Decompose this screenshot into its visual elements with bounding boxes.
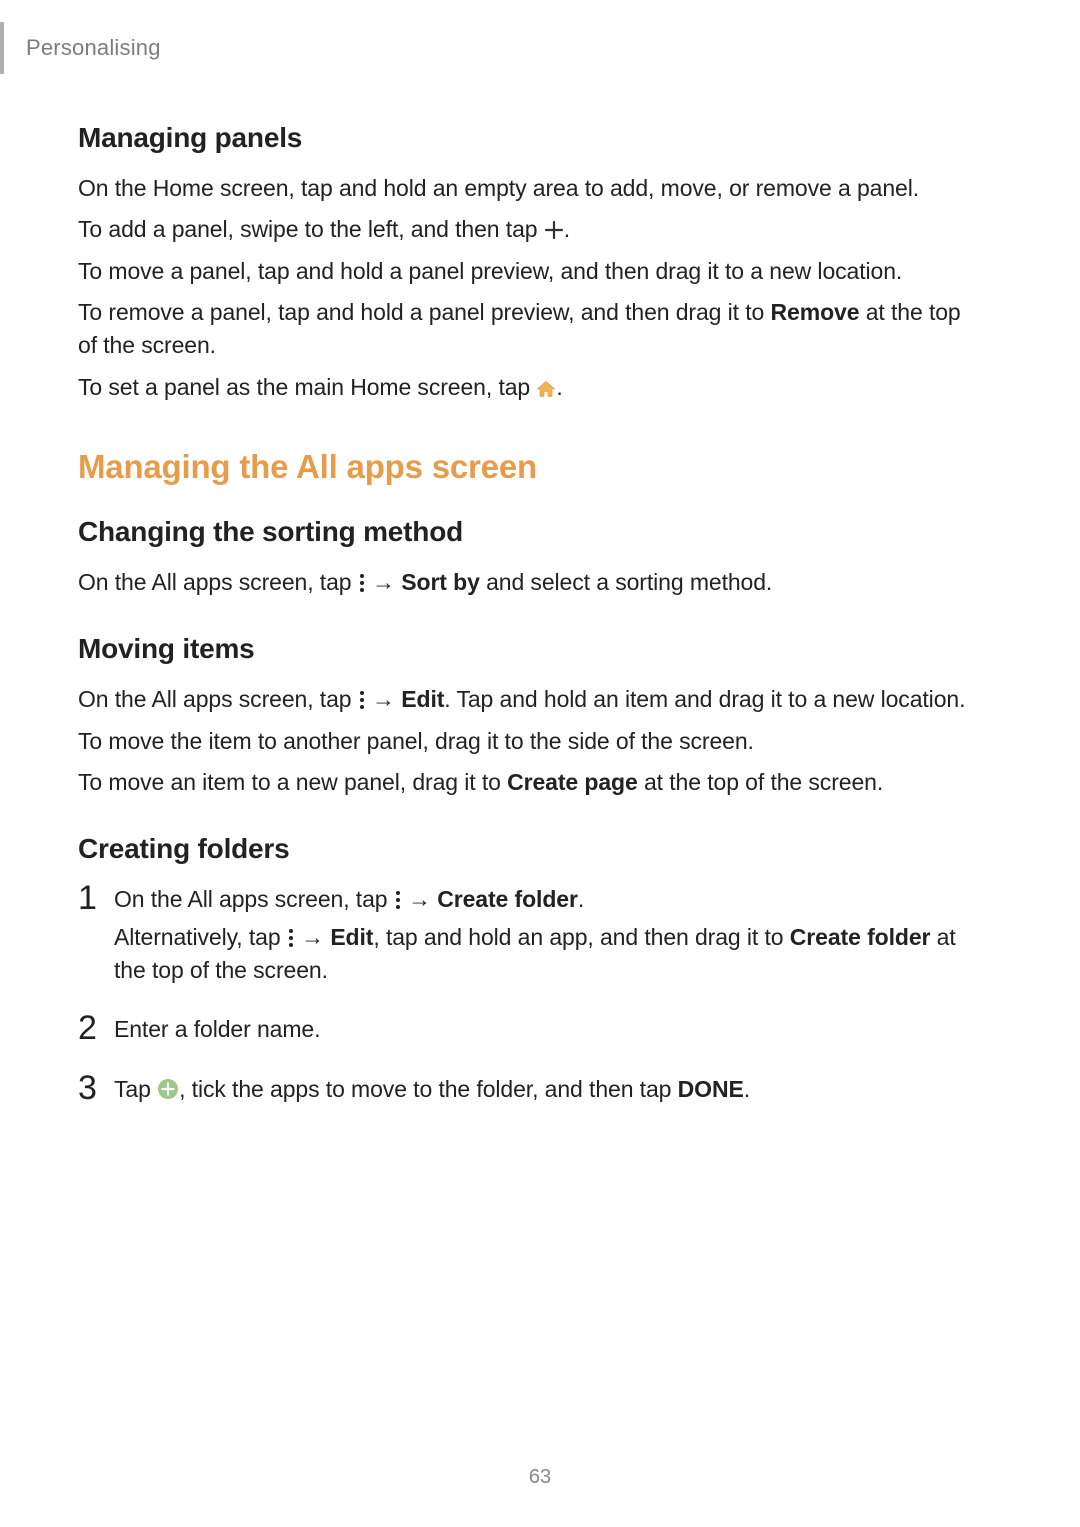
paragraph: On the All apps screen, tap → Sort by an… [78,566,984,599]
breadcrumb: Personalising [26,35,161,61]
text: → [366,569,401,595]
text-bold: Create folder [790,924,931,950]
step-2: 2 Enter a folder name. [78,1013,984,1050]
paragraph: To set a panel as the main Home screen, … [78,371,984,404]
text-bold: Edit [401,686,444,712]
heading-managing-all-apps: Managing the All apps screen [78,448,984,486]
paragraph: On the All apps screen, tap → Create fol… [114,883,984,916]
text-bold: Create folder [437,886,578,912]
paragraph: Enter a folder name. [114,1013,984,1046]
text-bold: Sort by [401,569,480,595]
paragraph: To remove a panel, tap and hold a panel … [78,296,984,363]
paragraph: Tap , tick the apps to move to the folde… [114,1073,984,1106]
text: → [295,924,330,950]
text: → [366,686,401,712]
text: . [564,216,570,242]
text-bold: Create page [507,769,638,795]
paragraph: On the All apps screen, tap → Edit. Tap … [78,683,984,716]
text: On the All apps screen, tap [78,569,358,595]
text: Alternatively, tap [114,924,287,950]
text: . [556,374,562,400]
text: On the All apps screen, tap [78,686,358,712]
paragraph: To add a panel, swipe to the left, and t… [78,213,984,246]
page-content: Managing panels On the Home screen, tap … [0,122,1080,1110]
step-body: Tap , tick the apps to move to the folde… [114,1073,984,1110]
text: To remove a panel, tap and hold a panel … [78,299,771,325]
text: at the top of the screen. [638,769,883,795]
more-options-icon [358,573,366,593]
paragraph: To move the item to another panel, drag … [78,725,984,758]
step-number: 2 [78,1011,114,1045]
paragraph: To move a panel, tap and hold a panel pr… [78,255,984,288]
text-bold: Edit [330,924,373,950]
home-icon [536,380,556,398]
text: On the All apps screen, tap [114,886,394,912]
step-body: On the All apps screen, tap → Create fol… [114,883,984,991]
text: . [744,1076,750,1102]
document-page: Personalising Managing panels On the Hom… [0,0,1080,1527]
text: and select a sorting method. [480,569,772,595]
text: . [578,886,584,912]
text: To move an item to a new panel, drag it … [78,769,507,795]
header-rule [0,22,4,74]
step-3: 3 Tap , tick the apps to move to the fol… [78,1073,984,1110]
text: , tap and hold an app, and then drag it … [373,924,789,950]
step-body: Enter a folder name. [114,1013,984,1050]
more-options-icon [394,890,402,910]
text: , tick the apps to move to the folder, a… [179,1076,678,1102]
heading-managing-panels: Managing panels [78,122,984,154]
text: Tap [114,1076,157,1102]
heading-creating-folders: Creating folders [78,833,984,865]
text-bold: DONE [678,1076,744,1102]
more-options-icon [358,690,366,710]
plus-icon [544,220,564,240]
step-1: 1 On the All apps screen, tap → Create f… [78,883,984,991]
paragraph: Alternatively, tap → Edit, tap and hold … [114,921,984,988]
step-number: 3 [78,1071,114,1105]
text: To add a panel, swipe to the left, and t… [78,216,544,242]
step-number: 1 [78,881,114,915]
more-options-icon [287,928,295,948]
text: To set a panel as the main Home screen, … [78,374,536,400]
page-header: Personalising [0,0,1080,74]
heading-moving-items: Moving items [78,633,984,665]
page-number: 63 [0,1466,1080,1489]
paragraph: To move an item to a new panel, drag it … [78,766,984,799]
heading-changing-sorting: Changing the sorting method [78,516,984,548]
add-circle-icon [157,1078,179,1100]
text: . Tap and hold an item and drag it to a … [444,686,965,712]
paragraph: On the Home screen, tap and hold an empt… [78,172,984,205]
text: → [402,886,437,912]
text-bold: Remove [771,299,860,325]
